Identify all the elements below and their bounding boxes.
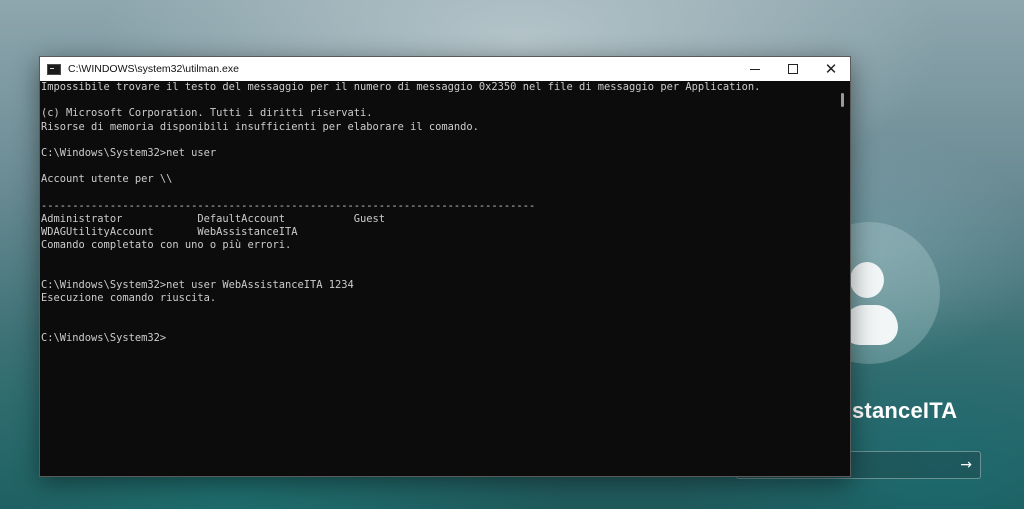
window-title: C:\WINDOWS\system32\utilman.exe xyxy=(68,63,239,75)
close-button[interactable]: ✕ xyxy=(812,57,850,81)
close-icon: ✕ xyxy=(824,59,838,78)
console-line: Risorse di memoria disponibili insuffici… xyxy=(41,120,479,133)
console-output: Impossibile trovare il testo del messagg… xyxy=(40,81,836,345)
console-line: Account utente per \\ xyxy=(41,173,173,186)
console-line: (c) Microsoft Corporation. Tutti i dirit… xyxy=(41,107,373,120)
console-line: Esecuzione comando riuscita. xyxy=(41,292,217,305)
submit-arrow-icon[interactable]: → xyxy=(960,455,972,475)
minimize-button[interactable] xyxy=(736,57,774,81)
lock-screen-username: stanceITA xyxy=(852,398,958,423)
console-app-icon xyxy=(47,63,61,75)
minimize-icon xyxy=(750,68,760,70)
avatar-head-shape xyxy=(850,262,884,298)
console-line: Comando completato con uno o più errori. xyxy=(41,239,292,252)
console-line: Impossibile trovare il testo del messagg… xyxy=(41,81,761,93)
console-line: Administrator DefaultAccount Guest xyxy=(41,213,386,226)
console-line: C:\Windows\System32>net user xyxy=(41,147,217,160)
console-line: C:\Windows\System32> xyxy=(41,331,167,344)
maximize-icon xyxy=(788,64,798,74)
console-output-area[interactable]: Impossibile trovare il testo del messagg… xyxy=(40,81,836,476)
console-line: ----------------------------------------… xyxy=(41,199,536,212)
scrollbar-thumb[interactable] xyxy=(841,93,844,107)
vertical-scrollbar[interactable] xyxy=(836,81,850,476)
console-window[interactable]: C:\WINDOWS\system32\utilman.exe ✕ Imposs… xyxy=(39,56,851,477)
console-line: C:\Windows\System32>net user WebAssistan… xyxy=(41,279,354,292)
console-line: WDAGUtilityAccount WebAssistanceITA xyxy=(41,226,298,239)
maximize-button[interactable] xyxy=(774,57,812,81)
title-bar[interactable]: C:\WINDOWS\system32\utilman.exe ✕ xyxy=(40,57,850,81)
